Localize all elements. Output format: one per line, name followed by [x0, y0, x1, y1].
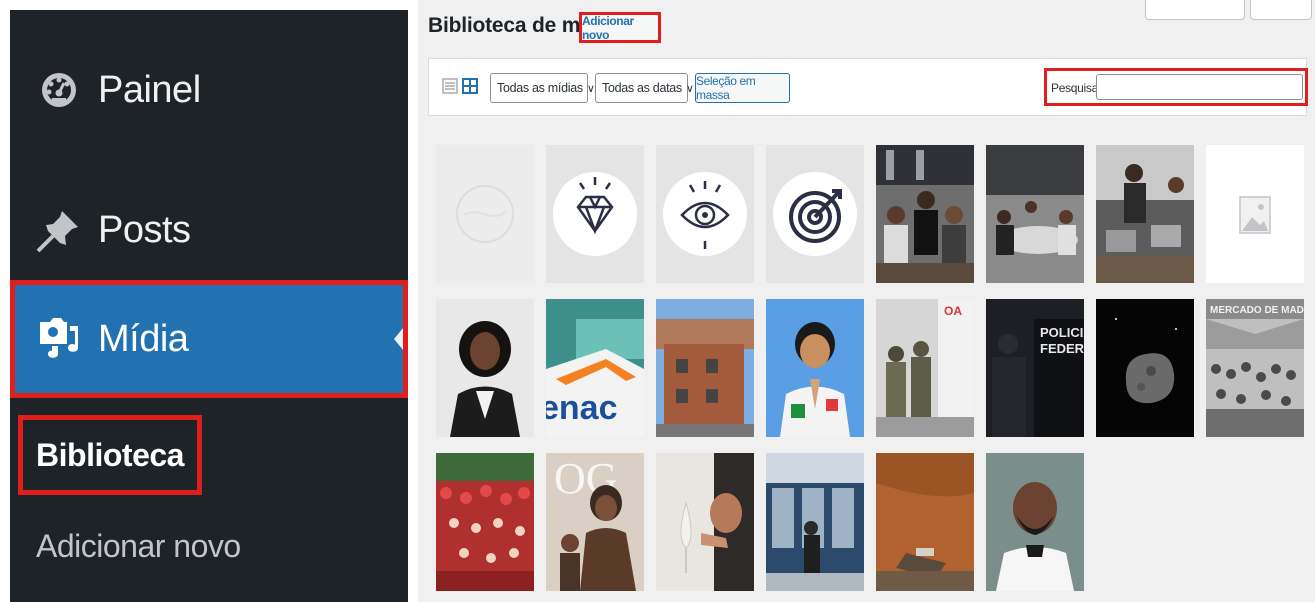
media-thumbnail[interactable] — [656, 299, 754, 437]
favela-houses-image — [656, 299, 754, 437]
media-thumbnail[interactable] — [876, 145, 974, 283]
bulk-select-button[interactable]: Seleção em massa — [695, 73, 790, 103]
faded-logo-image — [436, 145, 534, 283]
media-thumbnail[interactable] — [436, 145, 534, 283]
search-label: Pesquisar — [1051, 81, 1102, 95]
soldiers-building-image: OA — [876, 299, 974, 437]
screen-options-tab[interactable] — [1145, 0, 1245, 20]
menu-item-midia[interactable]: Mídia — [10, 280, 408, 398]
svg-text:POLICIA: POLICIA — [1040, 325, 1084, 340]
media-thumbnail[interactable] — [986, 145, 1084, 283]
media-thumbnail[interactable]: enac — [546, 299, 644, 437]
menu-item-posts[interactable]: Posts — [10, 190, 408, 270]
submenu-item-biblioteca[interactable]: Biblioteca — [18, 415, 202, 495]
media-thumbnail[interactable] — [436, 299, 534, 437]
atm-machines-image — [766, 453, 864, 591]
dashboard-icon — [32, 63, 86, 117]
media-thumbnail[interactable] — [1096, 299, 1194, 437]
media-thumbnail[interactable] — [436, 453, 534, 591]
search-input[interactable] — [1096, 74, 1303, 100]
chevron-down-icon: ∨ — [586, 82, 595, 95]
eye-icon-image — [656, 145, 754, 283]
woman-portrait-image — [436, 299, 534, 437]
svg-text:MERCADO DE MADURE: MERCADO DE MADURE — [1210, 305, 1304, 316]
media-thumbnail[interactable] — [656, 453, 754, 591]
search-box: Pesquisar — [1044, 68, 1308, 106]
media-type-filter-value: Todas as mídias — [497, 81, 583, 95]
menu-label-posts: Posts — [98, 208, 191, 251]
media-thumbnail[interactable]: POLICIAFEDERAL — [986, 299, 1084, 437]
menu-label-painel: Painel — [98, 68, 201, 111]
media-thumbnail[interactable] — [766, 145, 864, 283]
help-tab[interactable] — [1250, 0, 1312, 20]
muddy-river-image — [876, 453, 974, 591]
target-icon-image — [766, 145, 864, 283]
diamond-icon-image — [546, 145, 644, 283]
media-placeholder-thumbnail[interactable] — [1206, 145, 1304, 283]
meeting-room-image — [986, 145, 1084, 283]
main-content: Biblioteca de mídia Adicionar novo Todas… — [418, 0, 1315, 602]
footballer-portrait-image — [986, 453, 1084, 591]
add-new-button[interactable]: Adicionar novo — [579, 12, 661, 43]
media-thumbnail[interactable] — [766, 453, 864, 591]
date-filter-value: Todas as datas — [602, 81, 682, 95]
asteroid-image — [1096, 299, 1194, 437]
media-thumbnail[interactable]: OG — [546, 453, 644, 591]
admin-sidebar: Painel Posts Mídia Biblioteca Adicionar … — [10, 10, 408, 602]
svg-text:OA: OA — [944, 304, 962, 318]
carnival-crowd-image — [436, 453, 534, 591]
highlight-box-midia — [10, 280, 408, 398]
add-new-label: Adicionar novo — [582, 13, 634, 42]
image-placeholder-icon — [1206, 145, 1304, 283]
svg-text:FEDERAL: FEDERAL — [1040, 341, 1084, 356]
magazine-cover-image: OG — [546, 453, 644, 591]
office-laptops-image — [1096, 145, 1194, 283]
media-thumbnail[interactable]: OA — [876, 299, 974, 437]
office-team-high-five-image — [876, 145, 974, 283]
enac-card-image: enac — [546, 299, 644, 437]
media-thumbnail[interactable] — [1096, 145, 1194, 283]
submenu-label-biblioteca: Biblioteca — [36, 436, 184, 473]
media-thumbnail[interactable] — [986, 453, 1084, 591]
date-filter[interactable]: Todas as datas ∨ — [595, 73, 694, 103]
svg-text:enac: enac — [546, 389, 618, 427]
media-type-filter[interactable]: Todas as mídias ∨ — [490, 73, 595, 103]
list-view-icon[interactable] — [441, 77, 459, 95]
woman-drinking-wine-image — [656, 453, 754, 591]
media-thumbnail[interactable]: MERCADO DE MADURE — [1206, 299, 1304, 437]
pushpin-icon — [32, 203, 86, 257]
media-thumbnail[interactable] — [766, 299, 864, 437]
menu-item-painel[interactable]: Painel — [10, 50, 408, 130]
media-thumbnail[interactable] — [546, 145, 644, 283]
chevron-down-icon: ∨ — [685, 82, 694, 95]
policia-federal-image: POLICIAFEDERAL — [986, 299, 1084, 437]
media-thumbnail[interactable] — [656, 145, 754, 283]
media-thumbnail[interactable] — [876, 453, 974, 591]
boy-praying-image — [766, 299, 864, 437]
mercado-de-madureira-image: MERCADO DE MADURE — [1206, 299, 1304, 437]
submenu-item-adicionar-novo[interactable]: Adicionar novo — [36, 528, 241, 565]
grid-view-icon[interactable] — [461, 77, 479, 95]
media-toolbar: Todas as mídias ∨ Todas as datas ∨ Seleç… — [428, 58, 1308, 116]
